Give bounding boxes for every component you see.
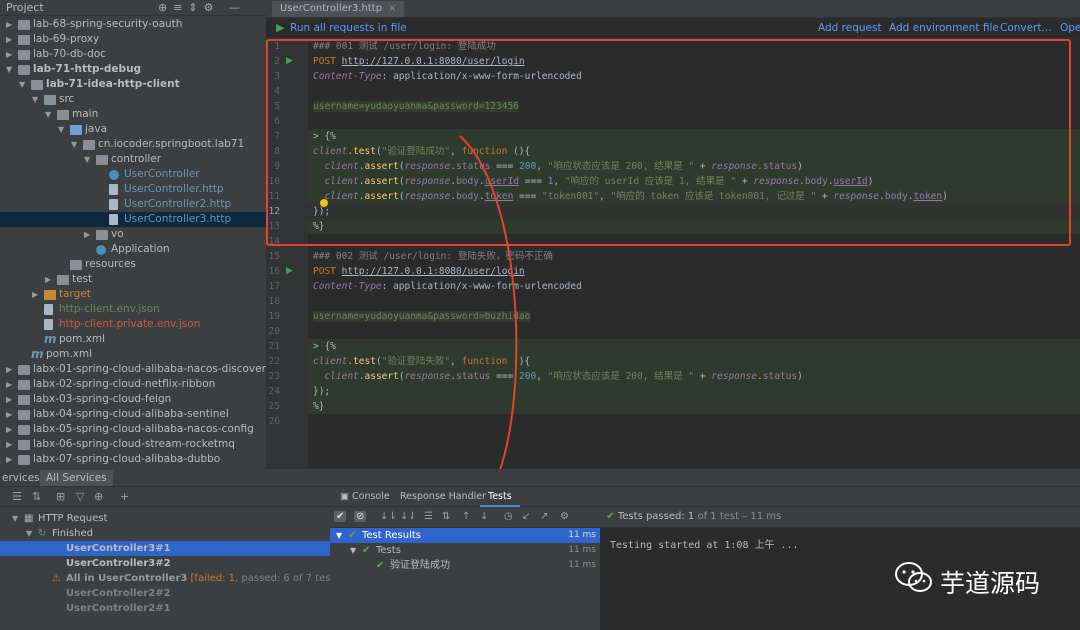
history-icon[interactable]: ◷ [504, 511, 513, 522]
service-tree-item-label: UserController2#2 [66, 586, 171, 601]
new-service-icon[interactable]: ⊕ [94, 490, 103, 503]
wechat-watermark: 芋道源码 [894, 560, 1040, 600]
chevron-down-icon[interactable]: ▼ [12, 511, 18, 526]
service-tree-item[interactable]: ⚠ All in UserController3 [failed: 1, pass… [0, 571, 344, 586]
sort-alpha-icon[interactable]: ↓⇂ [380, 511, 397, 522]
finished-icon: ↻ [38, 528, 47, 539]
services-panel: ervices: All Services ☰ ⇅ ⊞ ▽ ⊕ + ▼ ▦ HTTP… [0, 469, 1080, 630]
filter-icon[interactable]: ▽ [76, 490, 84, 503]
show-ignored-icon[interactable]: ⊘ [354, 511, 367, 522]
http-request-icon: ▦ [24, 513, 34, 524]
test-results-tree: ▼ ✔ Test Results 11 ms ▼ ✔ Tests 11 ms ✔ 验证登陆成功 11… [330, 528, 600, 630]
test-toolbar: ✔ ⊘ ↓⇂ ↓⇃ ☰ ⇅ ↑ ↓ ◷ ↙ ↗ ⚙ [330, 507, 600, 528]
service-tree-item-text: HTTP Request [38, 513, 108, 524]
show-passed-icon[interactable]: ✔ [334, 511, 347, 522]
add-icon[interactable]: + [120, 490, 129, 503]
wechat-logo-icon [895, 562, 932, 592]
service-tree-item[interactable]: UserController3#1 [0, 541, 330, 556]
test-result-item[interactable]: ▼ ✔ Test Results 11 ms [330, 528, 600, 543]
tests-passed-text: ✔ Tests passed: 1 of 1 test – 11 ms [606, 511, 781, 522]
warning-icon: ⚠ [52, 573, 61, 584]
watermark-text: 芋道源码 [940, 569, 1041, 598]
check-icon: ✔ [348, 530, 357, 541]
service-tree-item-text: All in UserController3 [66, 573, 188, 584]
service-tree-item[interactable]: ▼ ↻ Finished [0, 526, 330, 541]
tab-console[interactable]: ▣ Console [340, 491, 390, 502]
collapse-icon[interactable]: ⇅ [442, 511, 450, 522]
service-tree-item-text: UserController3#2 [66, 558, 171, 569]
service-tree-item[interactable]: ▼ ▦ HTTP Request [0, 511, 330, 526]
console-icon: ▣ [340, 491, 352, 502]
service-tree-item-text: Finished [52, 528, 93, 539]
service-tree-item-label: Finished [52, 526, 93, 541]
passed-count: passed: 6 [238, 573, 290, 584]
tab-response-handler[interactable]: Response Handler [400, 491, 486, 502]
group-icon[interactable]: ⊞ [56, 490, 65, 503]
services-tree: ▼ ▦ HTTP Request ▼ ↻ Finished UserController3#… [0, 507, 344, 630]
check-icon: ✔ [376, 560, 385, 571]
prev-icon[interactable]: ↑ [462, 511, 470, 522]
export-icon[interactable]: ↗ [540, 511, 548, 522]
service-tree-item-text: UserController2#1 [66, 603, 171, 614]
services-toolbar: ☰ ⇅ ⊞ ▽ ⊕ + [0, 487, 330, 507]
service-tree-item-text: UserController2#2 [66, 588, 171, 599]
tests-status-bar: ✔ Tests passed: 1 of 1 test – 11 ms [600, 507, 1080, 528]
check-icon: ✔ [606, 511, 618, 522]
detail-tabs: ▣ Console Response Handler Tests [330, 487, 1080, 507]
chevron-down-icon[interactable]: ▼ [336, 528, 342, 543]
test-duration: 11 ms [568, 545, 596, 555]
test-duration: 11 ms [568, 560, 596, 570]
service-tree-item[interactable]: UserController3#2 [0, 556, 330, 571]
failed-count: [failed: 1, [190, 573, 239, 584]
check-icon: ✔ [362, 545, 371, 556]
test-result-label: 验证登陆成功 [390, 560, 450, 571]
tests-passed-prefix: Tests passed: [617, 511, 688, 522]
collapse-all-icon[interactable]: ⇅ [32, 490, 41, 503]
tests-passed-suffix: of 1 test – 11 ms [694, 511, 782, 522]
services-header: ervices: All Services [0, 469, 1080, 487]
services-detail-pane: ▣ Console Response Handler Tests ✔ ⊘ ↓⇂ … [330, 487, 1080, 630]
tab-console-label: Console [352, 491, 390, 502]
service-tree-item-text: UserController3#1 [66, 543, 171, 554]
expand-icon[interactable]: ☰ [424, 511, 433, 522]
test-result-item[interactable]: ✔ 验证登陆成功 11 ms [330, 558, 600, 573]
service-tree-item-label: UserController3#2 [66, 556, 171, 571]
import-icon[interactable]: ↙ [522, 511, 530, 522]
test-result-item[interactable]: ▼ ✔ Tests 11 ms [330, 543, 600, 558]
test-result-label: Test Results [362, 530, 421, 541]
sort-duration-icon[interactable]: ↓⇃ [400, 511, 417, 522]
services-title: ervices: [2, 472, 44, 484]
service-tree-item-label: HTTP Request [38, 511, 107, 526]
service-tree-item[interactable]: UserController2#1 [0, 601, 330, 616]
service-tree-item-label: UserController2#1 [66, 601, 171, 616]
all-services-tab[interactable]: All Services [40, 470, 113, 486]
settings-icon[interactable]: ⚙ [560, 511, 569, 522]
chevron-down-icon[interactable]: ▼ [350, 543, 356, 558]
expand-all-icon[interactable]: ☰ [12, 490, 22, 503]
tab-tests[interactable]: Tests [488, 491, 512, 502]
service-tree-item-label: All in UserController3 [failed: 1, passe… [66, 571, 344, 586]
chevron-down-icon[interactable]: ▼ [26, 526, 32, 541]
service-tree-item[interactable]: UserController2#2 [0, 586, 330, 601]
service-tree-item-label: UserController3#1 [66, 541, 171, 556]
next-icon[interactable]: ↓ [480, 511, 488, 522]
test-result-label: Tests [376, 545, 401, 556]
test-console-output: Testing started at 1:08 上午 ... [610, 540, 799, 551]
test-duration: 11 ms [568, 530, 596, 540]
